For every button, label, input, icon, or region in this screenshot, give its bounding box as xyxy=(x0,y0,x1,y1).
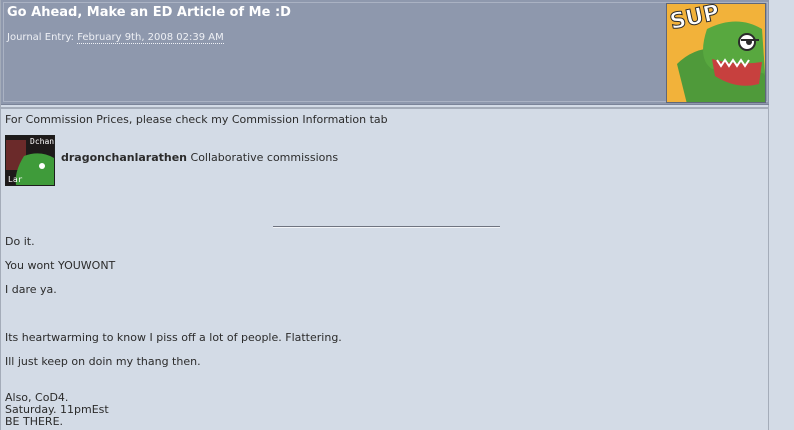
collab-avatar-bottom-text: Lar xyxy=(8,175,23,184)
collab-avatar[interactable]: Dchan Lar xyxy=(5,135,55,186)
journal-meta: Journal Entry: February 9th, 2008 02:39 … xyxy=(7,32,224,44)
user-avatar[interactable]: SUP xyxy=(666,3,766,103)
body-line-be-there: BE THERE. xyxy=(5,415,64,428)
journal-title: Go Ahead, Make an ED Article of Me :D xyxy=(7,5,291,20)
entry-label: Journal Entry: xyxy=(7,32,75,43)
body-paragraph-5: Ill just keep on doin my thang then. xyxy=(5,355,201,368)
content-divider xyxy=(273,226,500,228)
journal-header: Go Ahead, Make an ED Article of Me :D Jo… xyxy=(1,0,770,105)
body-paragraph-1: Do it. xyxy=(5,235,35,248)
right-rail xyxy=(769,0,794,430)
body-paragraph-2: You wont YOUWONT xyxy=(5,259,116,272)
dragon-avatar-icon: SUP xyxy=(667,4,765,102)
journal-date[interactable]: February 9th, 2008 02:39 AM xyxy=(77,32,224,44)
commission-notice: For Commission Prices, please check my C… xyxy=(5,113,388,126)
collab-username[interactable]: dragonchanlarathen xyxy=(61,151,187,164)
collab-text: Collaborative commissions xyxy=(190,151,339,164)
journal-panel: Go Ahead, Make an ED Article of Me :D Jo… xyxy=(0,0,770,430)
collab-avatar-top-text: Dchan xyxy=(30,137,54,146)
body-paragraph-4: Its heartwarming to know I piss off a lo… xyxy=(5,331,342,344)
collab-line: dragonchanlarathen Collaborative commiss… xyxy=(61,151,338,164)
collab-avatar-icon: Dchan Lar xyxy=(6,136,54,185)
header-separator xyxy=(1,107,770,109)
body-paragraph-3: I dare ya. xyxy=(5,283,57,296)
